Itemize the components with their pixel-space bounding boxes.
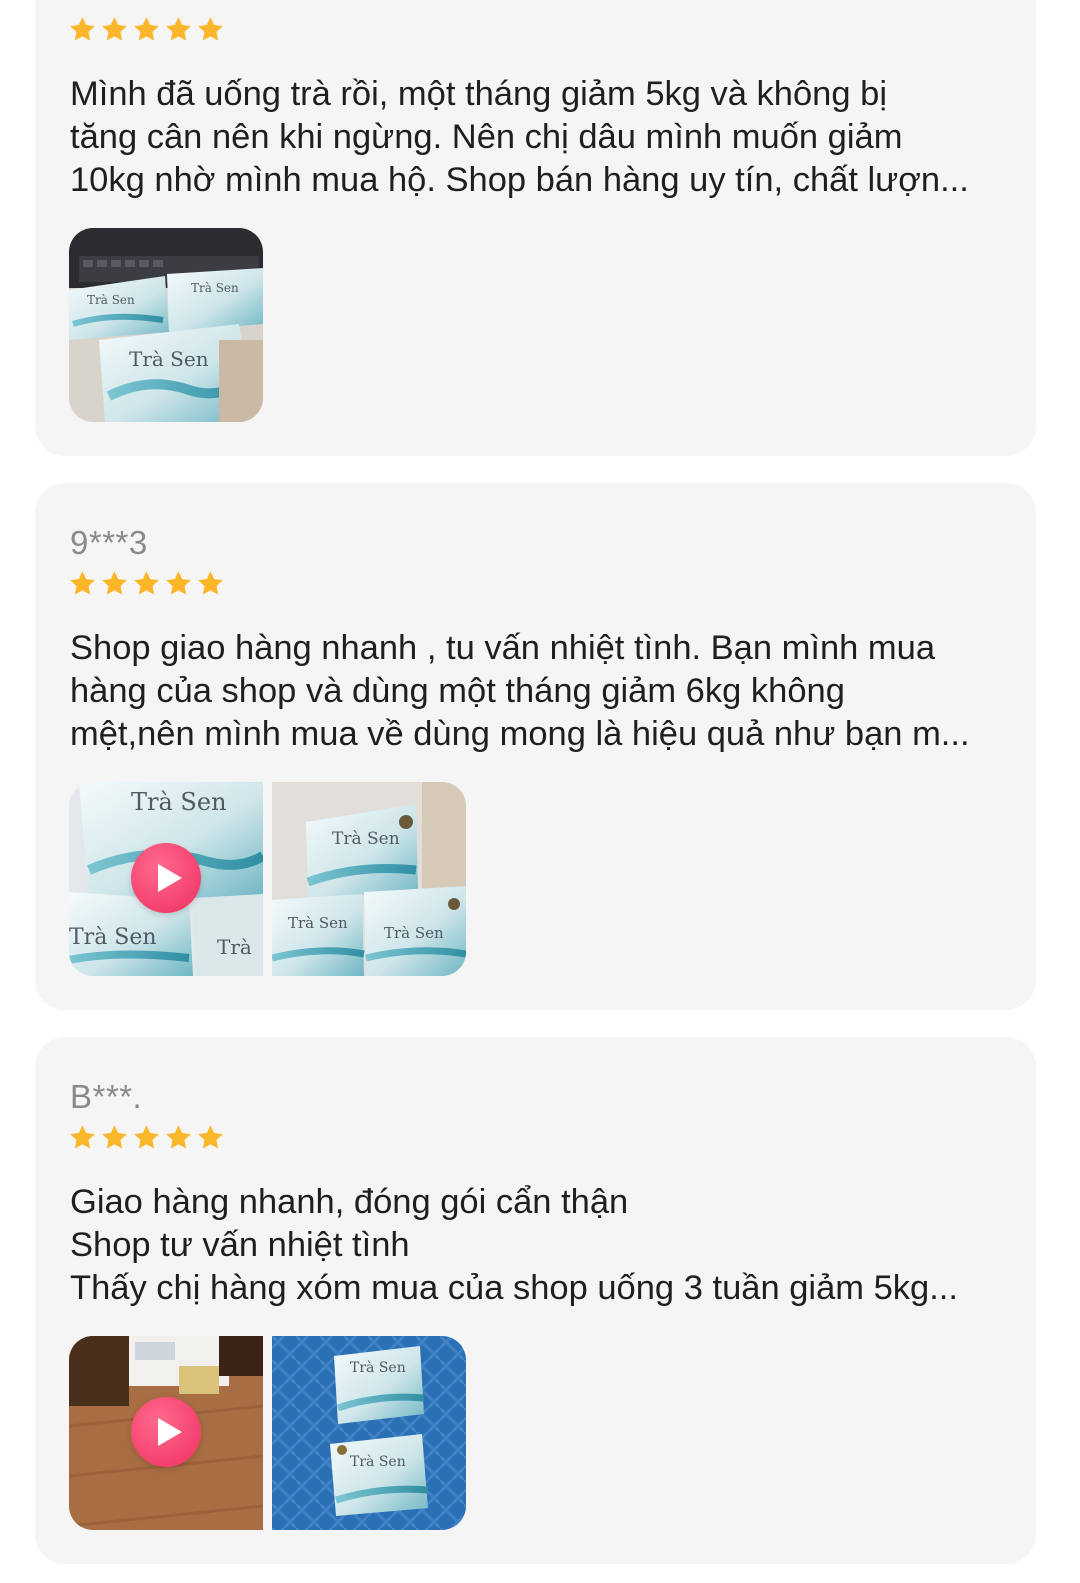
svg-text:Trà Sen: Trà Sen — [332, 829, 400, 849]
svg-text:Trà Sen: Trà Sen — [69, 925, 157, 950]
review-text-line: Giao hàng nhanh, đóng gói cẩn thận — [70, 1183, 629, 1221]
svg-text:Trà Sen: Trà Sen — [384, 924, 444, 942]
review-text-line: tăng cân nên khi ngừng. Nên chị dâu mình… — [70, 118, 903, 156]
review-text-line: 10kg nhờ mình mua hộ. Shop bán hàng uy t… — [70, 161, 969, 199]
review-text[interactable]: Shop giao hàng nhanh , tu vấn nhiệt tình… — [70, 627, 1010, 756]
review-text[interactable]: Giao hàng nhanh, đóng gói cẩn thận Shop … — [70, 1181, 1010, 1310]
play-icon[interactable] — [131, 843, 201, 913]
review-photo[interactable]: Trà Sen Trà Sen Trà Sen — [69, 228, 263, 422]
star-icon — [132, 569, 161, 598]
svg-text:Trà Sen: Trà Sen — [350, 1453, 406, 1470]
review-text-line: Shop giao hàng nhanh , tu vấn nhiệt tình… — [70, 629, 936, 667]
svg-text:Trà Sen: Trà Sen — [288, 914, 348, 932]
play-icon[interactable] — [131, 1397, 201, 1467]
review-media: Trà Sen Trà Sen Trà Sen — [69, 228, 263, 422]
star-icon — [132, 1123, 161, 1152]
star-rating — [68, 569, 225, 599]
review-video[interactable] — [69, 1336, 263, 1530]
star-icon — [132, 15, 161, 44]
star-icon — [164, 569, 193, 598]
star-icon — [164, 1123, 193, 1152]
review-video[interactable]: Trà Sen Trà Sen Trà — [69, 782, 263, 976]
review-media: Trà Sen Trà Sen — [69, 1336, 466, 1530]
star-icon — [196, 569, 225, 598]
reviewer-name: B***. — [70, 1078, 143, 1115]
review-photo[interactable]: Trà Sen Trà Sen — [272, 1336, 466, 1530]
review-card: Mình đã uống trà rồi, một tháng giảm 5kg… — [35, 0, 1036, 456]
review-text-line: Mình đã uống trà rồi, một tháng giảm 5kg… — [70, 75, 887, 113]
review-text[interactable]: Mình đã uống trà rồi, một tháng giảm 5kg… — [70, 73, 1010, 202]
svg-text:Trà Sen: Trà Sen — [129, 347, 209, 371]
svg-text:Trà: Trà — [217, 935, 252, 959]
star-icon — [196, 1123, 225, 1152]
review-photo[interactable]: Trà Sen Trà Sen Trà Sen — [272, 782, 466, 976]
svg-text:Trà Sen: Trà Sen — [87, 293, 135, 307]
star-rating — [68, 15, 225, 45]
star-icon — [68, 15, 97, 44]
star-icon — [196, 15, 225, 44]
star-icon — [68, 1123, 97, 1152]
review-card: 9***3 Shop giao hàng nhanh , tu vấn nhiệ… — [35, 483, 1036, 1010]
svg-text:Trà Sen: Trà Sen — [350, 1359, 406, 1376]
star-rating — [68, 1123, 225, 1153]
star-icon — [68, 569, 97, 598]
star-icon — [100, 1123, 129, 1152]
review-text-line: Shop tư vấn nhiệt tình — [70, 1226, 410, 1264]
review-media: Trà Sen Trà Sen Trà Trà Sen Trà Sen Trà … — [69, 782, 466, 976]
review-text-line: Thấy chị hàng xóm mua của shop uống 3 tu… — [70, 1269, 958, 1307]
review-text-line: hàng của shop và dùng một tháng giảm 6kg… — [70, 672, 845, 710]
svg-text:Trà Sen: Trà Sen — [131, 788, 227, 816]
svg-text:Trà Sen: Trà Sen — [191, 281, 239, 295]
review-text-line: mệt,nên mình mua về dùng mong là hiệu qu… — [70, 715, 970, 753]
star-icon — [100, 569, 129, 598]
review-card: B***. Giao hàng nhanh, đóng gói cẩn thận… — [35, 1037, 1036, 1564]
reviewer-name: 9***3 — [70, 524, 148, 561]
star-icon — [100, 15, 129, 44]
star-icon — [164, 15, 193, 44]
